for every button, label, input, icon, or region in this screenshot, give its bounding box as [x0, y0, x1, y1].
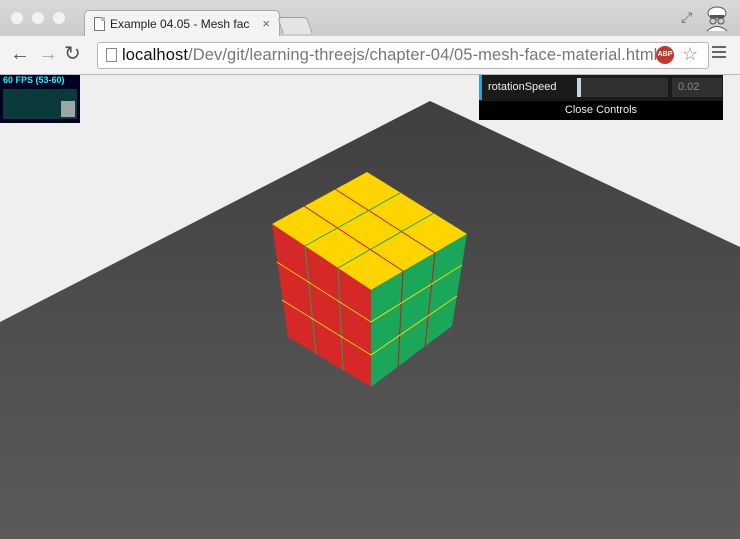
fps-graph — [3, 89, 77, 119]
tab-title: Example 04.05 - Mesh face material — [110, 17, 250, 31]
bookmark-star-icon[interactable]: ☆ — [682, 44, 698, 65]
rotation-speed-slider[interactable] — [577, 78, 668, 97]
close-window-button[interactable] — [11, 12, 23, 24]
rotation-speed-control: rotationSpeed 0.02 — [479, 75, 723, 100]
url-path: /Dev/git/learning-threejs/chapter-04/05-… — [188, 46, 658, 64]
adblock-icon[interactable]: ABP — [656, 46, 674, 64]
close-controls-button[interactable]: Close Controls — [479, 101, 723, 120]
rotation-speed-input[interactable]: 0.02 — [672, 78, 722, 97]
fps-graph-bar — [61, 101, 75, 117]
incognito-profile-icon[interactable] — [702, 4, 732, 32]
back-button[interactable]: ← — [10, 44, 30, 64]
url-host: localhost — [122, 46, 189, 64]
forward-button[interactable]: → — [38, 44, 58, 64]
page-icon — [94, 17, 105, 31]
minimize-window-button[interactable] — [32, 12, 44, 24]
new-tab-button[interactable] — [277, 17, 313, 34]
menu-icon[interactable] — [712, 46, 726, 61]
browser-title-bar: Example 04.05 - Mesh face material × ⤢ — [0, 0, 740, 37]
fps-readout: 60 FPS (53-60) — [3, 75, 65, 85]
browser-tab[interactable]: Example 04.05 - Mesh face material × — [84, 10, 280, 37]
fullscreen-icon[interactable]: ⤢ — [681, 9, 692, 26]
controls-panel: rotationSpeed 0.02 Close Controls — [479, 75, 723, 120]
webgl-viewport[interactable]: 60 FPS (53-60) rotationSpeed 0.02 Close … — [0, 75, 740, 539]
address-bar[interactable]: localhost/Dev/git/learning-threejs/chapt… — [97, 42, 709, 69]
three-scene-canvas[interactable] — [0, 75, 740, 539]
zoom-window-button[interactable] — [53, 12, 65, 24]
fps-stats-panel[interactable]: 60 FPS (53-60) — [0, 75, 80, 123]
rotation-speed-label: rotationSpeed — [488, 81, 557, 93]
tab-close-icon[interactable]: × — [262, 16, 270, 31]
page-icon — [106, 48, 117, 62]
rotation-speed-slider-fill — [577, 78, 581, 97]
reload-button[interactable]: ↻ — [64, 44, 81, 64]
url-text[interactable]: localhost/Dev/git/learning-threejs/chapt… — [122, 46, 657, 65]
browser-toolbar: ← → ↻ localhost/Dev/git/learning-threejs… — [0, 36, 740, 75]
